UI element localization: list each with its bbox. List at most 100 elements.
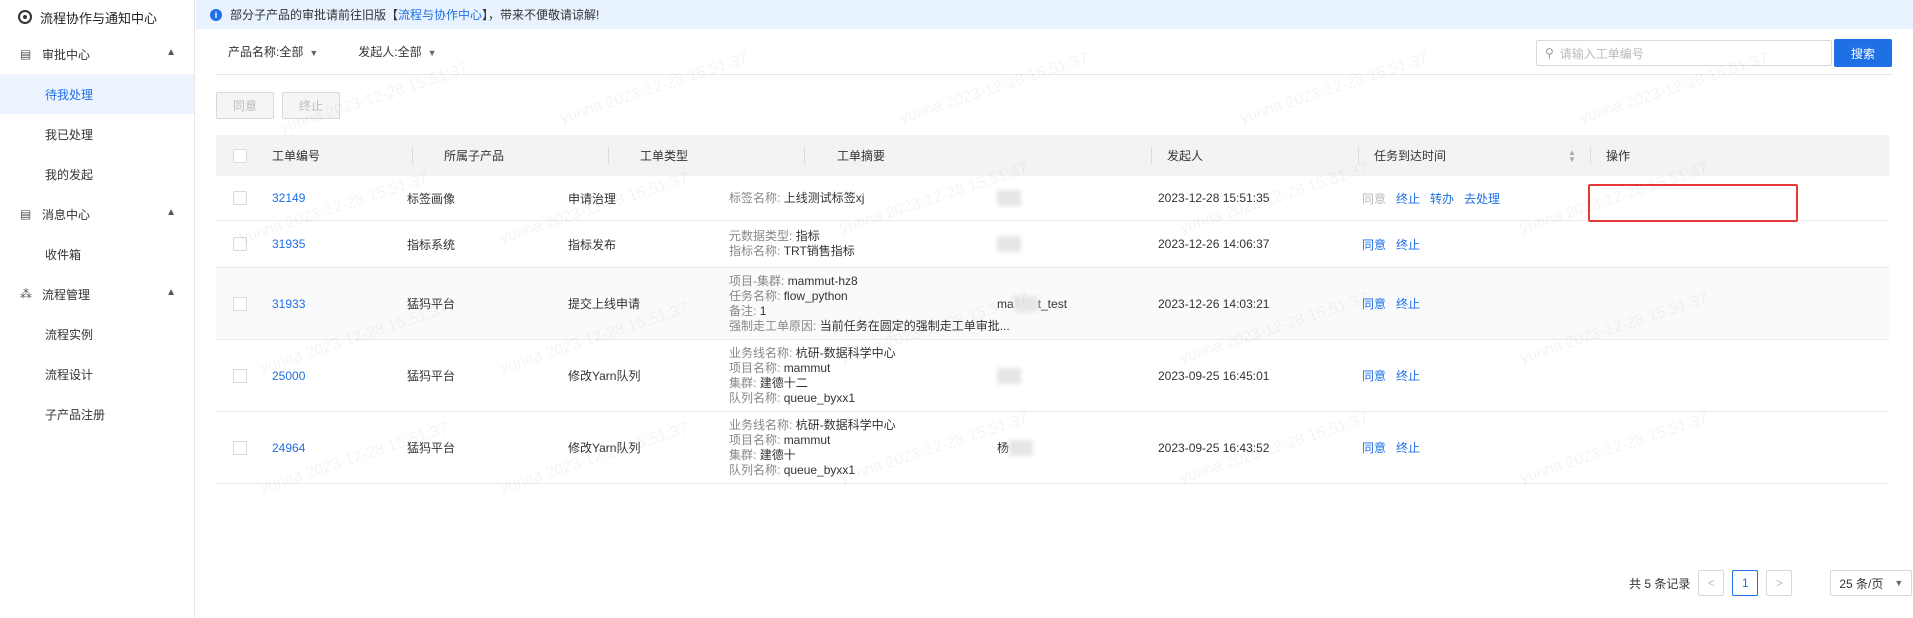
header-product: 所属子产品 [444,149,505,163]
summary-value: mammut-hz8 [787,273,858,288]
select-all-checkbox[interactable] [233,148,247,163]
summary-cell: 业务线名称: 杭研-数据科学中心 项目名称: mammut 集群: 建德十 队列名称:… [729,412,896,483]
work-order-id-link[interactable]: 31935 [272,221,305,267]
action-transfer-link[interactable]: 转办 [1430,190,1454,207]
header-actions: 操作 [1606,149,1631,163]
sort-icon: ▲ ▼ [1568,147,1576,164]
notice-link[interactable]: 流程与协作中心 [398,6,482,23]
action-terminate-link[interactable]: 终止 [1396,190,1420,207]
row-checkbox[interactable] [233,368,247,383]
initiator-prefix: ma [997,296,1014,311]
bulk-terminate-button[interactable]: 终止 [282,92,340,119]
summary-value: 1 [759,303,767,318]
initiator-cell [997,221,1021,267]
row-checkbox[interactable] [233,237,247,251]
summary-key: 队列名称: [729,462,781,477]
summary-value: 上线测试标签xj [783,190,865,205]
summary-key: 元数据类型: [729,229,793,243]
search-button[interactable]: 搜索 [1834,39,1892,67]
header-id: 工单编号 [272,149,321,163]
action-terminate-link[interactable]: 终止 [1396,367,1420,384]
action-process-link[interactable]: 去处理 [1464,190,1500,207]
sidebar-item-2-1[interactable]: 流程设计 [0,354,194,394]
pagination: 共 5 条记录 < 1 > 25 条/页 ▼ [1629,570,1913,596]
redacted-name [1013,295,1038,312]
action-terminate-link[interactable]: 终止 [1396,295,1420,312]
summary-value: queue_byxx1 [783,462,856,477]
bulk-agree-button[interactable]: 同意 [216,92,274,119]
chevron-up-icon: ▲ [166,207,176,218]
sidebar-item-0-0[interactable]: 待我处理 [0,74,194,114]
sidebar-item-0-2[interactable]: 我的发起 [0,154,194,194]
header-summary: 工单摘要 [837,149,886,163]
action-agree-link[interactable]: 同意 [1362,439,1386,456]
action-agree-link[interactable]: 同意 [1362,367,1386,384]
divider [216,74,1893,75]
summary-key: 项目名称: [729,432,781,447]
notice-suffix: 】，带来不便敬请谅解! [482,8,600,22]
product-cell: 标签画像 [407,191,456,206]
table-row: 25000 猛犸平台 修改Yarn队列 业务线名称: 杭研-数据科学中心 项目名称: m… [216,340,1889,412]
summary-line: 业务线名称: 杭研-数据科学中心 [729,346,896,361]
product-filter-dropdown[interactable]: 产品名称:全部 ▼ [228,43,318,60]
initiator-suffix: t_test [1037,296,1068,311]
app-brand[interactable]: 流程协作与通知中心 [0,0,194,34]
summary-cell: 项目-集群: mammut-hz8 任务名称: flow_python 备注: 1强… [729,268,1010,339]
sidebar-group-label: 消息中心 [42,207,91,222]
sidebar-group-label: 审批中心 [42,47,91,62]
table-row: 31933 猛犸平台 提交上线申请 项目-集群: mammut-hz8 任务名称: fl… [216,268,1889,340]
search-input[interactable]: 请输入工单编号 [1560,45,1644,62]
summary-line: 集群: 建德十二 [729,376,808,391]
action-terminate-link[interactable]: 终止 [1396,236,1420,253]
table-body: 32149 标签画像 申请治理 标签名称: 上线测试标签xj 2023-12-28 15… [216,176,1889,484]
sidebar-item-0-1[interactable]: 我已处理 [0,114,194,154]
sidebar-group-2[interactable]: ⁂ 流程管理 ▲ [0,274,194,314]
watermark-text: yunna 2023-12-28 15:51:37 [1238,50,1431,128]
app-logo-icon [18,10,32,24]
page-1-button[interactable]: 1 [1732,570,1759,596]
summary-key: 备注: [729,303,757,318]
row-checkbox[interactable] [233,191,247,205]
action-agree-link[interactable]: 同意 [1362,295,1386,312]
work-order-id-link[interactable]: 31933 [272,268,305,339]
prev-page-button[interactable]: < [1698,570,1725,596]
summary-line: 项目名称: mammut [729,433,830,448]
row-checkbox[interactable] [233,440,247,455]
work-order-id-link[interactable]: 32149 [272,176,305,220]
summary-value: 指标 [795,229,820,243]
initiator-cell: ma t_test [997,268,1067,339]
type-cell: 指标发布 [568,237,617,252]
row-checkbox[interactable] [233,296,247,311]
work-order-id-link[interactable]: 25000 [272,340,305,411]
summary-key: 集群: [729,447,757,462]
action-terminate-link[interactable]: 终止 [1396,439,1420,456]
next-page-button[interactable]: > [1766,570,1793,596]
initiator-filter-dropdown[interactable]: 发起人:全部 ▼ [358,43,436,60]
sort-button[interactable]: ▲ ▼ [1562,135,1576,176]
arrival-time-cell: 2023-09-25 16:45:01 [1158,368,1270,383]
work-order-id-link[interactable]: 24964 [272,412,305,483]
actions-cell: 同意 终止 [1362,268,1430,339]
sidebar-item-2-2[interactable]: 子产品注册 [0,394,194,434]
search-input-wrapper[interactable]: ⚲ 请输入工单编号 [1536,40,1832,66]
sidebar-group-1[interactable]: ▤ 消息中心 ▲ [0,194,194,234]
group-icon: ⁂ [20,287,32,301]
row-checkbox-cell [233,176,247,220]
type-cell: 修改Yarn队列 [568,441,641,455]
actions-cell: 同意 终止 转办 去处理 [1362,176,1510,220]
summary-line: 备注: 1 [729,304,766,319]
actions-cell: 同意 终止 [1362,340,1430,411]
watermark-text: yunna 2023-12-28 15:51:37 [558,50,751,128]
initiator-cell [997,176,1021,220]
action-agree-link[interactable]: 同意 [1362,236,1386,253]
product-cell: 猛犸平台 [407,369,456,383]
page-size-select[interactable]: 25 条/页 ▼ [1830,570,1913,596]
summary-value: 建德十二 [759,375,808,390]
sidebar-group-0[interactable]: ▤ 审批中心 ▲ [0,34,194,74]
summary-cell: 元数据类型: 指标 指标名称: TRT销售指标 [729,221,855,267]
notice-banner: i 部分子产品的审批请前往旧版【 流程与协作中心 】，带来不便敬请谅解! [196,0,1913,29]
summary-key: 项目-集群: [729,273,785,288]
initiator-cell [997,340,1021,411]
sidebar-item-1-0[interactable]: 收件箱 [0,234,194,274]
sidebar-item-2-0[interactable]: 流程实例 [0,314,194,354]
